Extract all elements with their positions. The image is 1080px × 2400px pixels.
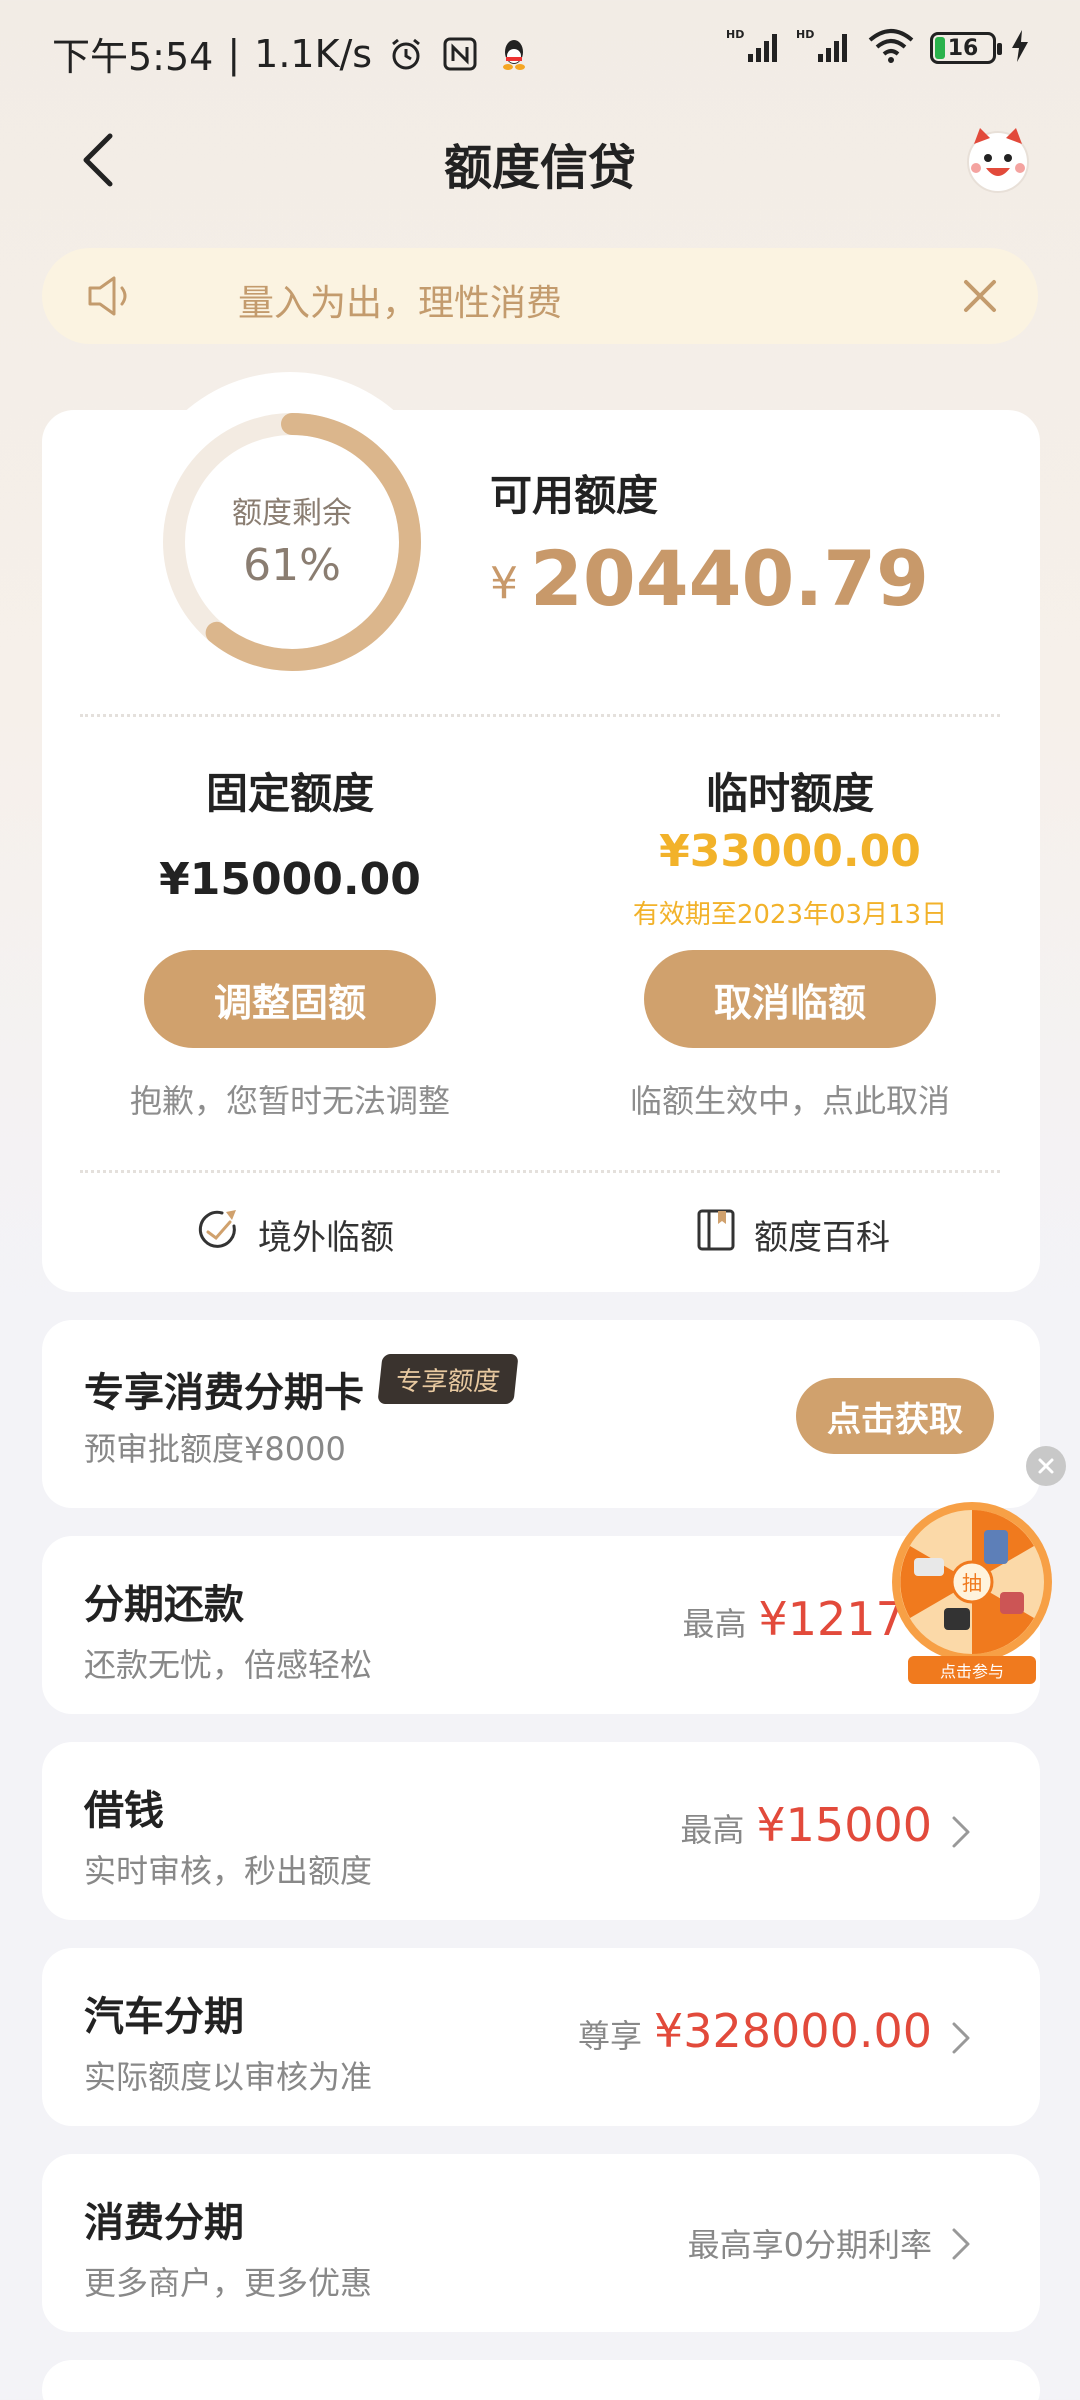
status-right: HD HD 16 <box>726 28 1030 68</box>
list-item-title: 消费分期 <box>84 2200 244 2246</box>
signal-hd-icon: HD <box>796 28 852 68</box>
fixed-credit-amount: ¥15000.00 <box>159 854 421 905</box>
nfc-icon <box>440 34 480 74</box>
fixed-credit-note: 抱歉，您暂时无法调整 <box>129 1082 450 1120</box>
exclusive-badge: 专享额度 <box>377 1354 519 1404</box>
list-item-consumer-installment[interactable]: 消费分期 更多商户，更多优惠 最高享0分期利率 <box>42 2154 1040 2332</box>
qq-icon <box>494 34 534 74</box>
ring-label: 额度剩余 <box>232 496 352 531</box>
temp-credit-note: 临额生效中，点此取消 <box>629 1082 950 1120</box>
plane-globe-icon <box>196 1208 240 1261</box>
available-label: 可用额度 <box>490 471 659 520</box>
chevron-right-icon <box>952 2228 970 2260</box>
status-time: 下午5:54 <box>52 35 214 79</box>
prize-wheel-icon[interactable]: 抽 点击参与 <box>884 1500 1060 1690</box>
installment-card[interactable]: 专享消费分期卡 专享额度 预审批额度¥8000 点击获取 <box>42 1320 1040 1508</box>
value-amount: ¥328000.00 <box>653 2004 932 2058</box>
book-icon <box>696 1208 736 1261</box>
chevron-right-icon <box>952 2022 970 2054</box>
temp-credit-amount: ¥33000.00 <box>659 826 921 877</box>
credit-encyclopedia-link[interactable]: 额度百科 <box>696 1208 890 1261</box>
value-prefix: 尊享 <box>577 2017 642 2055</box>
list-item-car-loan[interactable]: 汽车分期 实际额度以审核为准 尊享 ¥328000.00 <box>42 1948 1040 2126</box>
list-item-title: 分期还款 <box>84 1582 244 1628</box>
chevron-right-icon <box>952 1816 970 1848</box>
list-item-subtitle: 实时审核，秒出额度 <box>84 1852 373 1890</box>
value-amount: ¥15000 <box>756 1798 932 1852</box>
notice-bar: 量入为出，理性消费 <box>42 248 1038 344</box>
credit-encyclopedia-label: 额度百科 <box>754 1218 890 1258</box>
header: 额度信贷 <box>0 110 1080 210</box>
battery-level: 16 <box>947 35 979 61</box>
overseas-temp-credit-link[interactable]: 境外临额 <box>196 1208 394 1261</box>
overseas-temp-credit-label: 境外临额 <box>258 1218 394 1258</box>
signal-hd-icon: HD <box>726 28 782 68</box>
value-text: 最高享0分期利率 <box>687 2226 932 2264</box>
svg-text:HD: HD <box>796 28 814 41</box>
list-item-title: 汽车分期 <box>84 1994 244 2040</box>
list-item-subtitle: 更多商户，更多优惠 <box>84 2264 373 2302</box>
status-separator: | <box>227 31 241 76</box>
alarm-icon <box>386 34 426 74</box>
charging-icon <box>1010 30 1030 66</box>
installment-card-subtitle: 预审批额度¥8000 <box>84 1430 346 1468</box>
temp-credit-validity: 有效期至2023年03月13日 <box>632 900 948 930</box>
divider <box>80 1170 1000 1173</box>
list-item-title: 借钱 <box>84 1788 164 1834</box>
wheel-center-text: 抽 <box>962 1571 982 1595</box>
page-title: 额度信贷 <box>443 140 636 196</box>
value-prefix: 最高 <box>680 1811 745 1849</box>
available-currency: ¥ <box>490 558 518 609</box>
notice-text: 量入为出，理性消费 <box>238 283 563 324</box>
svg-text:HD: HD <box>726 28 744 41</box>
list-item-right: 最高 ¥15000 <box>680 1798 932 1852</box>
list-item-subtitle: 实际额度以审核为准 <box>84 2058 373 2096</box>
cancel-temp-button[interactable]: 取消临额 <box>644 950 936 1048</box>
list-item-partial[interactable] <box>42 2360 1040 2400</box>
close-icon[interactable] <box>1026 1446 1066 1486</box>
list-item-subtitle: 还款无忧，倍感轻松 <box>84 1646 373 1684</box>
temp-credit-title: 临时额度 <box>705 769 874 818</box>
wifi-icon <box>866 28 916 68</box>
list-item-right: 尊享 ¥328000.00 <box>578 2004 932 2058</box>
list-item-borrow[interactable]: 借钱 实时审核，秒出额度 最高 ¥15000 <box>42 1742 1040 1920</box>
battery-icon: 16 <box>930 32 1002 64</box>
installment-card-title: 专享消费分期卡 <box>84 1370 364 1416</box>
fixed-credit-title: 固定额度 <box>205 769 374 818</box>
status-speed: 1.1K/s <box>254 31 373 76</box>
status-bar: 下午5:54 | 1.1K/s HD HD 16 <box>0 0 1080 100</box>
divider <box>80 714 1000 717</box>
list-item-right: 最高享0分期利率 <box>688 2220 932 2266</box>
get-now-button[interactable]: 点击获取 <box>796 1378 994 1454</box>
wheel-caption[interactable]: 点击参与 <box>908 1656 1036 1684</box>
available-amount: 20440.79 <box>530 534 930 623</box>
close-icon[interactable] <box>956 272 1004 320</box>
speaker-icon <box>86 274 134 318</box>
mascot-icon[interactable] <box>962 124 1034 196</box>
value-prefix: 最高 <box>682 1605 747 1643</box>
ring-percent: 61% <box>243 540 341 591</box>
adjust-fixed-button[interactable]: 调整固额 <box>144 950 436 1048</box>
status-left: 下午5:54 | 1.1K/s <box>52 26 534 81</box>
